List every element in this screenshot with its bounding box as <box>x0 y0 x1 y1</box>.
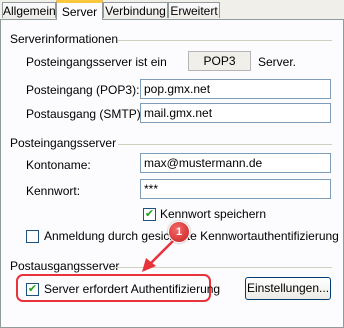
tab-allgemein[interactable]: Allgemein <box>2 2 56 18</box>
password-input[interactable]: *** <box>140 179 331 199</box>
tab-verbindung[interactable]: Verbindung <box>103 2 168 18</box>
spa-label: Anmeldung durch gesicherte Kennwortauthe… <box>44 229 339 243</box>
account-label: Kontoname: <box>26 158 91 172</box>
spa-checkbox[interactable] <box>26 230 39 243</box>
smtp-server-input[interactable]: mail.gmx.net <box>140 103 331 123</box>
account-name-input[interactable]: max@mustermann.de <box>140 153 331 173</box>
password-label: Kennwort: <box>26 184 81 198</box>
pop3-server-input[interactable]: pop.gmx.net <box>140 79 331 99</box>
incoming-server-divider <box>118 144 332 145</box>
incoming-type-suffix: Server. <box>258 55 297 69</box>
server-auth-label: Server erfordert Authentifizierung <box>44 282 221 296</box>
incoming-type-label: Posteingangsserver ist ein <box>26 55 167 69</box>
smtp-label: Postausgang (SMTP): <box>26 107 145 121</box>
incoming-server-title: Posteingangsserver <box>10 136 117 150</box>
outgoing-server-title: Postausgangsserver <box>10 259 120 273</box>
tab-erweitert[interactable]: Erweitert <box>168 2 220 18</box>
incoming-type-value: POP3 <box>188 51 251 71</box>
step-number-badge: 1 <box>168 221 190 243</box>
server-auth-checkbox[interactable]: ✔ <box>26 283 39 296</box>
save-password-checkbox[interactable]: ✔ <box>143 208 156 221</box>
tab-bar: Allgemein Server Verbindung Erweitert <box>0 0 344 20</box>
pop3-label: Posteingang (POP3): <box>26 83 140 97</box>
save-password-label: Kennwort speichern <box>160 207 267 221</box>
settings-button[interactable]: Einstellungen... <box>245 277 331 300</box>
server-info-divider <box>118 40 332 41</box>
tab-server[interactable]: Server <box>56 0 103 20</box>
server-info-title: Serverinformationen <box>10 32 119 46</box>
